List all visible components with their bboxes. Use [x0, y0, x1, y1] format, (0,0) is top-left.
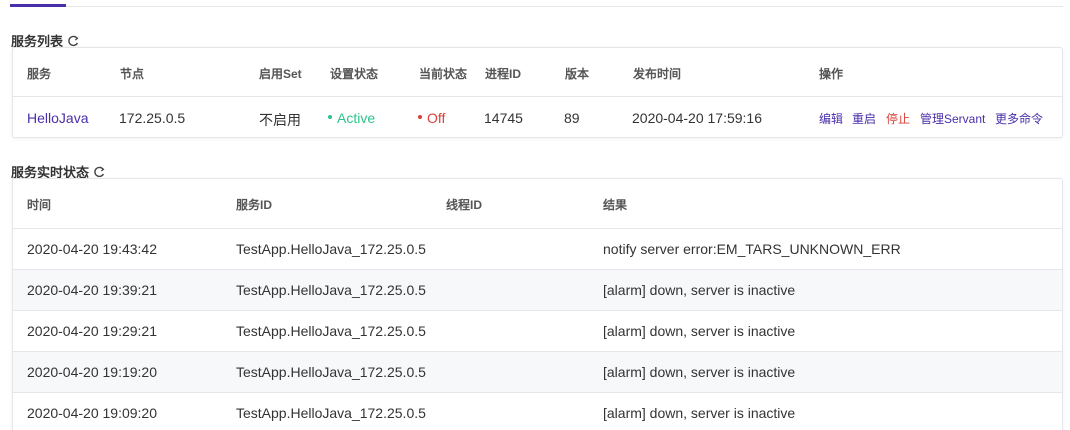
col-header-result: 结果 [603, 198, 628, 212]
time-cell: 2020-04-20 19:09:20 [27, 405, 157, 421]
table-row: HelloJava 172.25.0.5 不启用 Active Off 1474… [13, 96, 1062, 138]
current-status-badge: Off [418, 110, 445, 126]
refresh-icon[interactable] [67, 35, 79, 47]
col-header-pid: 进程ID [485, 67, 522, 81]
result-cell: [alarm] down, server is inactive [603, 323, 796, 339]
version-value: 89 [564, 110, 580, 126]
col-header-time: 时间 [27, 198, 52, 212]
col-header-service: 服务 [27, 67, 52, 81]
time-cell: 2020-04-20 19:19:20 [27, 364, 157, 380]
publish-time-value: 2020-04-20 17:59:16 [632, 110, 762, 126]
result-cell: [alarm] down, server is inactive [603, 405, 796, 421]
table-row: 2020-04-20 19:39:21 TestApp.HelloJava_17… [13, 269, 1062, 310]
manage-servant-button[interactable]: 管理Servant [920, 110, 985, 127]
set-value: 不启用 [259, 112, 301, 128]
col-header-publish-time: 发布时间 [633, 67, 682, 81]
result-cell: [alarm] down, server is inactive [603, 364, 796, 380]
status-dot-icon [418, 115, 422, 120]
active-tab-indicator [10, 4, 66, 7]
table-row: 2020-04-20 19:43:42 TestApp.HelloJava_17… [13, 228, 1062, 269]
col-header-thread-id: 线程ID [446, 198, 483, 212]
setting-status-text: Active [337, 110, 376, 126]
pid-value: 14745 [484, 110, 523, 126]
table-row: 2020-04-20 19:29:21 TestApp.HelloJava_17… [13, 310, 1062, 351]
status-dot-icon [328, 115, 332, 120]
col-header-current-status: 当前状态 [419, 67, 468, 81]
service-name-link[interactable]: HelloJava [27, 110, 88, 126]
current-status-text: Off [427, 110, 446, 126]
service-id-cell: TestApp.HelloJava_172.25.0.5 [236, 323, 426, 339]
service-id-cell: TestApp.HelloJava_172.25.0.5 [236, 405, 426, 421]
service-id-cell: TestApp.HelloJava_172.25.0.5 [236, 241, 426, 257]
col-header-set: 启用Set [259, 67, 302, 81]
more-commands-button[interactable]: 更多命令 [995, 110, 1043, 127]
tab-bar [10, 0, 1063, 7]
table-row: 2020-04-20 19:19:20 TestApp.HelloJava_17… [13, 351, 1062, 392]
col-header-actions: 操作 [819, 67, 844, 81]
service-id-cell: TestApp.HelloJava_172.25.0.5 [236, 364, 426, 380]
service-id-cell: TestApp.HelloJava_172.25.0.5 [236, 282, 426, 298]
table-row: 2020-04-20 19:09:20 TestApp.HelloJava_17… [13, 392, 1062, 430]
time-cell: 2020-04-20 19:39:21 [27, 282, 157, 298]
result-cell: notify server error:EM_TARS_UNKNOWN_ERR [603, 241, 901, 257]
col-header-node: 节点 [120, 67, 145, 81]
node-value: 172.25.0.5 [119, 110, 186, 126]
stop-button[interactable]: 停止 [886, 110, 910, 127]
col-header-service-id: 服务ID [236, 198, 273, 212]
result-cell: [alarm] down, server is inactive [603, 282, 796, 298]
edit-button[interactable]: 编辑 [819, 110, 843, 127]
refresh-icon[interactable] [93, 166, 105, 178]
time-cell: 2020-04-20 19:43:42 [27, 241, 157, 257]
setting-status-badge: Active [328, 110, 375, 126]
service-list-table: 服务 节点 启用Set 设置状态 当前状态 进程ID 版本 发布时间 操作 He… [12, 47, 1063, 138]
col-header-version: 版本 [565, 67, 590, 81]
restart-button[interactable]: 重启 [852, 110, 876, 127]
col-header-setting-status: 设置状态 [330, 67, 379, 81]
time-cell: 2020-04-20 19:29:21 [27, 323, 157, 339]
realtime-status-table: 时间 服务ID 线程ID 结果 2020-04-20 19:43:42 Test… [12, 178, 1063, 430]
